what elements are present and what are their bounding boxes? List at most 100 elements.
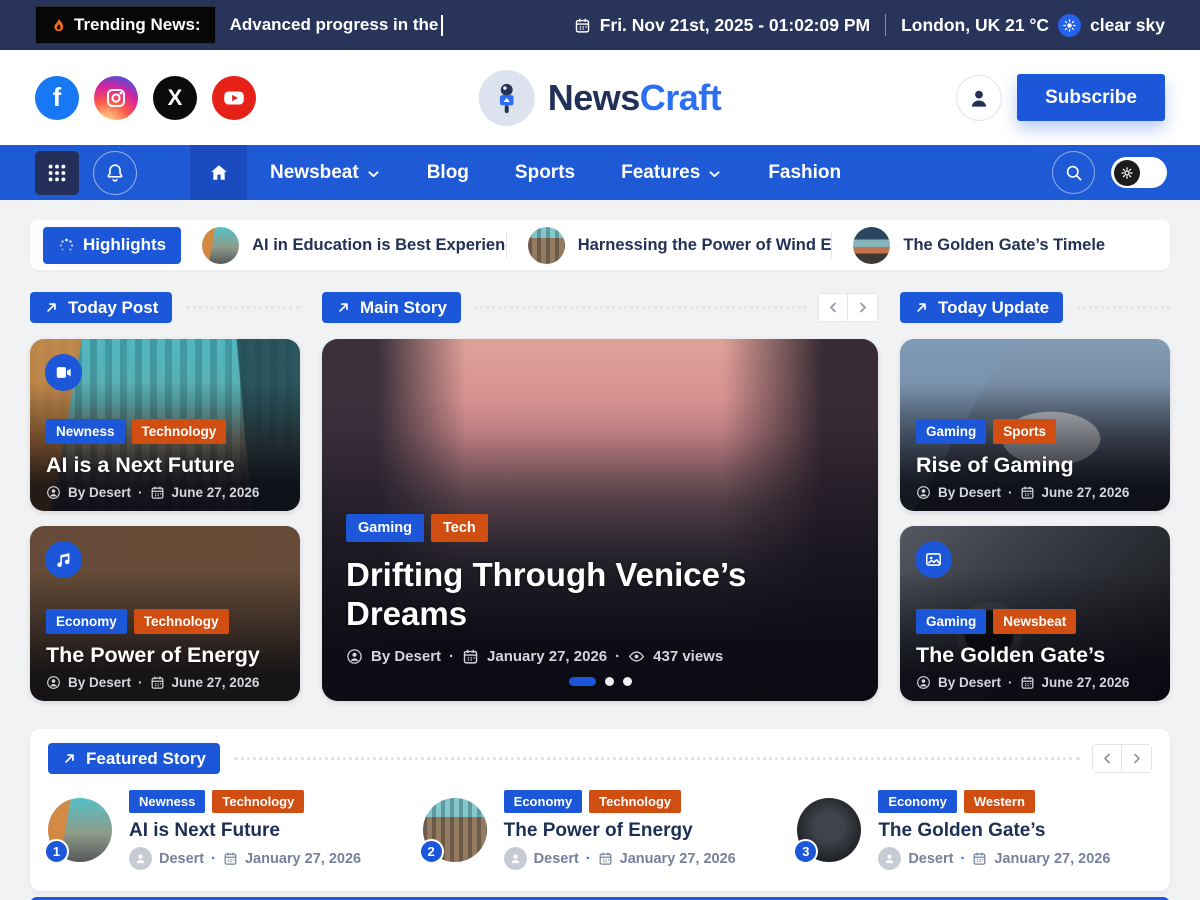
rank-badge: 3 — [793, 839, 818, 864]
main-story-title[interactable]: Drifting Through Venice’s Dreams — [346, 555, 796, 634]
sun-icon — [1058, 14, 1081, 37]
category-badge[interactable]: Economy — [46, 609, 127, 634]
featured-item-2[interactable]: 2 Economy Technology The Power of Energy… — [423, 790, 778, 870]
trending-headline[interactable]: Advanced progress in the — [230, 15, 444, 36]
article-card-power-of-energy[interactable]: Economy Technology The Power of Energy B… — [30, 526, 300, 701]
carousel-prev-button[interactable] — [819, 294, 848, 321]
ticker-headline: The Golden Gate’s Timele — [903, 236, 1105, 255]
article-card-ai-next-future[interactable]: Newness Technology AI is a Next Future B… — [30, 339, 300, 511]
nav-item-features[interactable]: Features — [598, 145, 745, 200]
nav-item-sports[interactable]: Sports — [492, 145, 598, 200]
meta-separator — [586, 851, 591, 867]
author-name: By Desert — [938, 675, 1001, 690]
main-story-badge: Main Story — [322, 292, 461, 323]
video-icon — [45, 354, 82, 391]
category-badge[interactable]: Western — [964, 790, 1035, 813]
nav-item-blog[interactable]: Blog — [404, 145, 492, 200]
article-title[interactable]: The Power of Energy — [504, 820, 736, 842]
social-links: f X — [35, 76, 256, 120]
site-logo[interactable]: NewsCraft — [479, 70, 722, 126]
ticker-item[interactable]: The Golden Gate’s Timele — [832, 227, 1157, 264]
chevron-left-icon — [1100, 751, 1115, 766]
article-title[interactable]: AI is Next Future — [129, 820, 361, 842]
calendar-icon — [1020, 675, 1035, 690]
calendar-icon — [972, 851, 987, 866]
carousel-next-button[interactable] — [848, 294, 877, 321]
featured-item-3[interactable]: 3 Economy Western The Golden Gate’s Dese… — [797, 790, 1152, 870]
search-button[interactable] — [1052, 151, 1095, 194]
category-badge[interactable]: Gaming — [916, 419, 986, 444]
calendar-icon — [1020, 485, 1035, 500]
author-avatar-icon — [504, 847, 527, 870]
section-title: Today Post — [68, 298, 158, 318]
nav-label: Sports — [515, 162, 575, 184]
x-twitter-icon[interactable]: X — [153, 76, 197, 120]
category-badge[interactable]: Newness — [129, 790, 205, 813]
publish-date: January 27, 2026 — [620, 851, 736, 867]
publish-date: January 27, 2026 — [487, 648, 607, 665]
article-title[interactable]: Rise of Gaming — [916, 453, 1158, 478]
article-title[interactable]: AI is a Next Future — [46, 453, 288, 478]
youtube-icon[interactable] — [212, 76, 256, 120]
category-badge[interactable]: Gaming — [346, 514, 424, 542]
category-badge[interactable]: Economy — [878, 790, 957, 813]
featured-next-button[interactable] — [1122, 745, 1151, 772]
ticker-thumbnail — [202, 227, 239, 264]
article-card-golden-gates[interactable]: Gaming Newsbeat The Golden Gate’s By Des… — [900, 526, 1170, 701]
rank-badge: 1 — [44, 839, 69, 864]
category-badge[interactable]: Newsbeat — [993, 609, 1076, 634]
category-badges: Economy Technology — [46, 609, 288, 634]
instagram-icon[interactable] — [94, 76, 138, 120]
meta-separator — [138, 675, 143, 690]
category-badge[interactable]: Economy — [504, 790, 583, 813]
meta-separator — [615, 648, 620, 665]
category-badge[interactable]: Gaming — [916, 609, 986, 634]
carousel-dot[interactable] — [605, 677, 614, 686]
carousel-dot[interactable] — [623, 677, 632, 686]
chevron-left-icon — [826, 300, 841, 315]
nav-item-home[interactable] — [190, 145, 247, 200]
nav-item-fashion[interactable]: Fashion — [745, 145, 864, 200]
ticker-items: AI in Education is Best Experiences Harn… — [181, 227, 1157, 264]
nav-item-newsbeat[interactable]: Newsbeat — [247, 145, 404, 200]
meta-separator — [449, 648, 454, 665]
notifications-button[interactable] — [93, 151, 137, 195]
user-account-button[interactable] — [956, 75, 1002, 121]
category-badge[interactable]: Technology — [212, 790, 304, 813]
article-meta: By Desert June 27, 2026 — [916, 485, 1158, 500]
article-title[interactable]: The Power of Energy — [46, 643, 288, 668]
apps-grid-button[interactable] — [35, 151, 79, 195]
featured-item-1[interactable]: 1 Newness Technology AI is Next Future D… — [48, 790, 403, 870]
category-badge[interactable]: Technology — [132, 419, 227, 444]
article-card-rise-of-gaming[interactable]: Gaming Sports Rise of Gaming By Desert J… — [900, 339, 1170, 511]
facebook-icon[interactable]: f — [35, 76, 79, 120]
category-badge[interactable]: Technology — [134, 609, 229, 634]
category-badge[interactable]: Tech — [431, 514, 488, 542]
meta-separator — [1008, 485, 1013, 500]
logo-text-accent: Craft — [640, 77, 722, 118]
section-title: Today Update — [938, 298, 1049, 318]
category-badge[interactable]: Newness — [46, 419, 125, 444]
trending-news-box: Trending News: — [35, 6, 216, 44]
category-badges: Economy Technology — [504, 790, 736, 813]
section-title: Featured Story — [86, 749, 206, 769]
carousel-dot-active[interactable] — [569, 677, 596, 686]
subscribe-button[interactable]: Subscribe — [1017, 74, 1165, 121]
microphone-logo-icon — [479, 70, 535, 126]
category-badge[interactable]: Technology — [589, 790, 681, 813]
ticker-item[interactable]: AI in Education is Best Experiences — [181, 227, 506, 264]
sparkle-icon — [58, 237, 75, 254]
category-badges: Gaming Tech — [346, 514, 854, 542]
article-meta: Desert January 27, 2026 — [129, 847, 361, 870]
category-badge[interactable]: Sports — [993, 419, 1056, 444]
article-title[interactable]: The Golden Gate’s — [878, 820, 1110, 842]
ticker-item[interactable]: Harnessing the Power of Wind Energy — [507, 227, 832, 264]
dark-mode-toggle[interactable] — [1111, 157, 1167, 188]
featured-prev-button[interactable] — [1093, 745, 1122, 772]
main-story-card[interactable]: Gaming Tech Drifting Through Venice’s Dr… — [322, 339, 878, 701]
highlights-button[interactable]: Highlights — [43, 227, 181, 264]
article-title[interactable]: The Golden Gate’s — [916, 643, 1158, 668]
ticker-thumbnail — [528, 227, 565, 264]
featured-story-badge: Featured Story — [48, 743, 220, 774]
ticker-thumbnail — [853, 227, 890, 264]
